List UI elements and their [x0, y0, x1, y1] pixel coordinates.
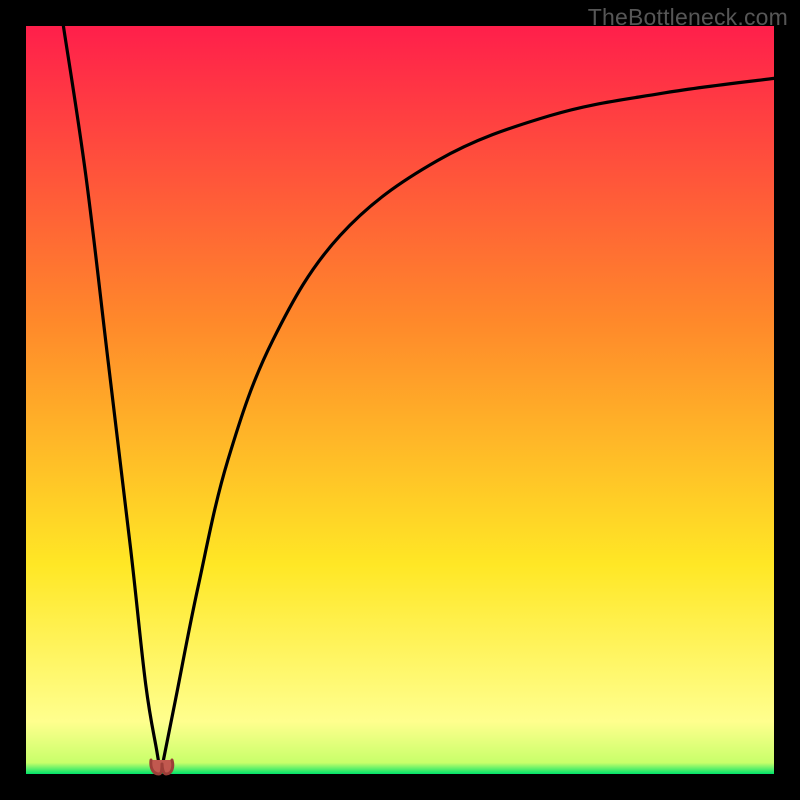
minimum-marker-shape: [150, 760, 172, 774]
plot-frame: [26, 26, 774, 774]
bottleneck-curve: [26, 26, 774, 774]
curve-path: [63, 26, 774, 774]
minimum-marker: [147, 758, 175, 776]
